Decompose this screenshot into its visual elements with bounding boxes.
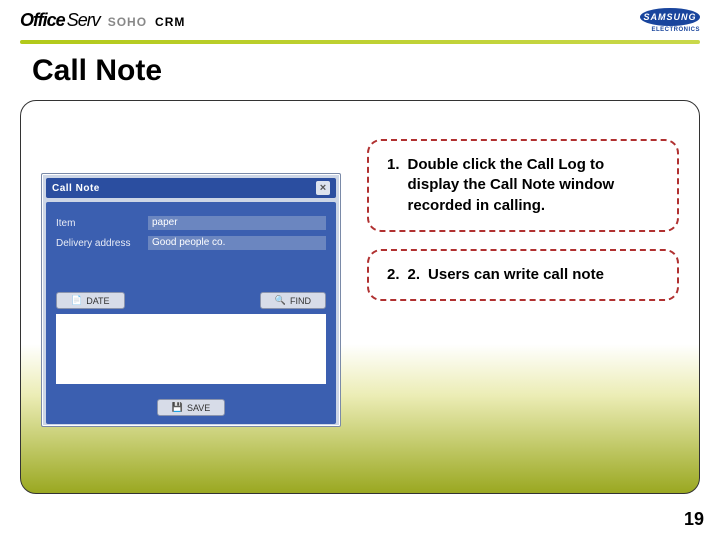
row-delivery: Delivery address Good people co. xyxy=(56,236,326,250)
vendor-logo: SAMSUNG ELECTRONICS xyxy=(640,8,700,33)
vendor-sub: ELECTRONICS xyxy=(640,27,700,33)
content-frame: Call Note × Item paper Delivery address … xyxy=(20,100,700,494)
search-icon: 🔍 xyxy=(275,295,286,306)
callout-2-num: 2. xyxy=(387,265,400,285)
callnote-title: Call Note xyxy=(52,183,100,194)
input-delivery[interactable]: Good people co. xyxy=(148,236,326,250)
brand-logo: Office Serv SOHO CRM xyxy=(20,10,185,31)
page-title: Call Note xyxy=(32,54,162,88)
callout-1-text: Double click the Call Log to display the… xyxy=(408,155,659,216)
page-number: 19 xyxy=(684,509,704,530)
find-button-label: FIND xyxy=(290,296,311,306)
find-button[interactable]: 🔍 FIND xyxy=(260,292,326,309)
close-icon[interactable]: × xyxy=(316,181,330,195)
header-underline xyxy=(20,40,700,44)
input-item[interactable]: paper xyxy=(148,216,326,230)
callnote-toolbar: 📄 DATE 🔍 FIND xyxy=(56,292,326,309)
brand-serv: Serv xyxy=(67,10,100,31)
header-bar: Office Serv SOHO CRM SAMSUNG ELECTRONICS xyxy=(0,0,720,40)
save-icon: 💾 xyxy=(172,402,183,413)
brand-office: Office xyxy=(20,10,65,31)
brand-crm: CRM xyxy=(155,15,185,29)
callnote-body: Item paper Delivery address Good people … xyxy=(46,202,336,424)
brand-soho: SOHO xyxy=(108,15,147,29)
label-delivery: Delivery address xyxy=(56,238,148,249)
callnote-window: Call Note × Item paper Delivery address … xyxy=(41,173,341,427)
save-button-label: SAVE xyxy=(187,403,210,413)
callout-2: 2. 2. Users can write call note xyxy=(367,249,679,301)
callout-1-num: 1. xyxy=(387,155,400,216)
date-button[interactable]: 📄 DATE xyxy=(56,292,125,309)
slide: Office Serv SOHO CRM SAMSUNG ELECTRONICS… xyxy=(0,0,720,540)
date-button-label: DATE xyxy=(86,296,109,306)
note-textarea[interactable] xyxy=(56,314,326,384)
label-item: Item xyxy=(56,218,148,229)
callout-1: 1. Double click the Call Log to display … xyxy=(367,139,679,232)
callout-2-text: Users can write call note xyxy=(428,265,659,285)
callnote-titlebar[interactable]: Call Note × xyxy=(46,178,336,198)
save-button[interactable]: 💾 SAVE xyxy=(157,399,226,416)
vendor-name: SAMSUNG xyxy=(640,8,700,26)
save-row: 💾 SAVE xyxy=(56,399,326,416)
document-icon: 📄 xyxy=(71,295,82,306)
row-item: Item paper xyxy=(56,216,326,230)
callout-2-num-inner: 2. xyxy=(408,265,421,285)
